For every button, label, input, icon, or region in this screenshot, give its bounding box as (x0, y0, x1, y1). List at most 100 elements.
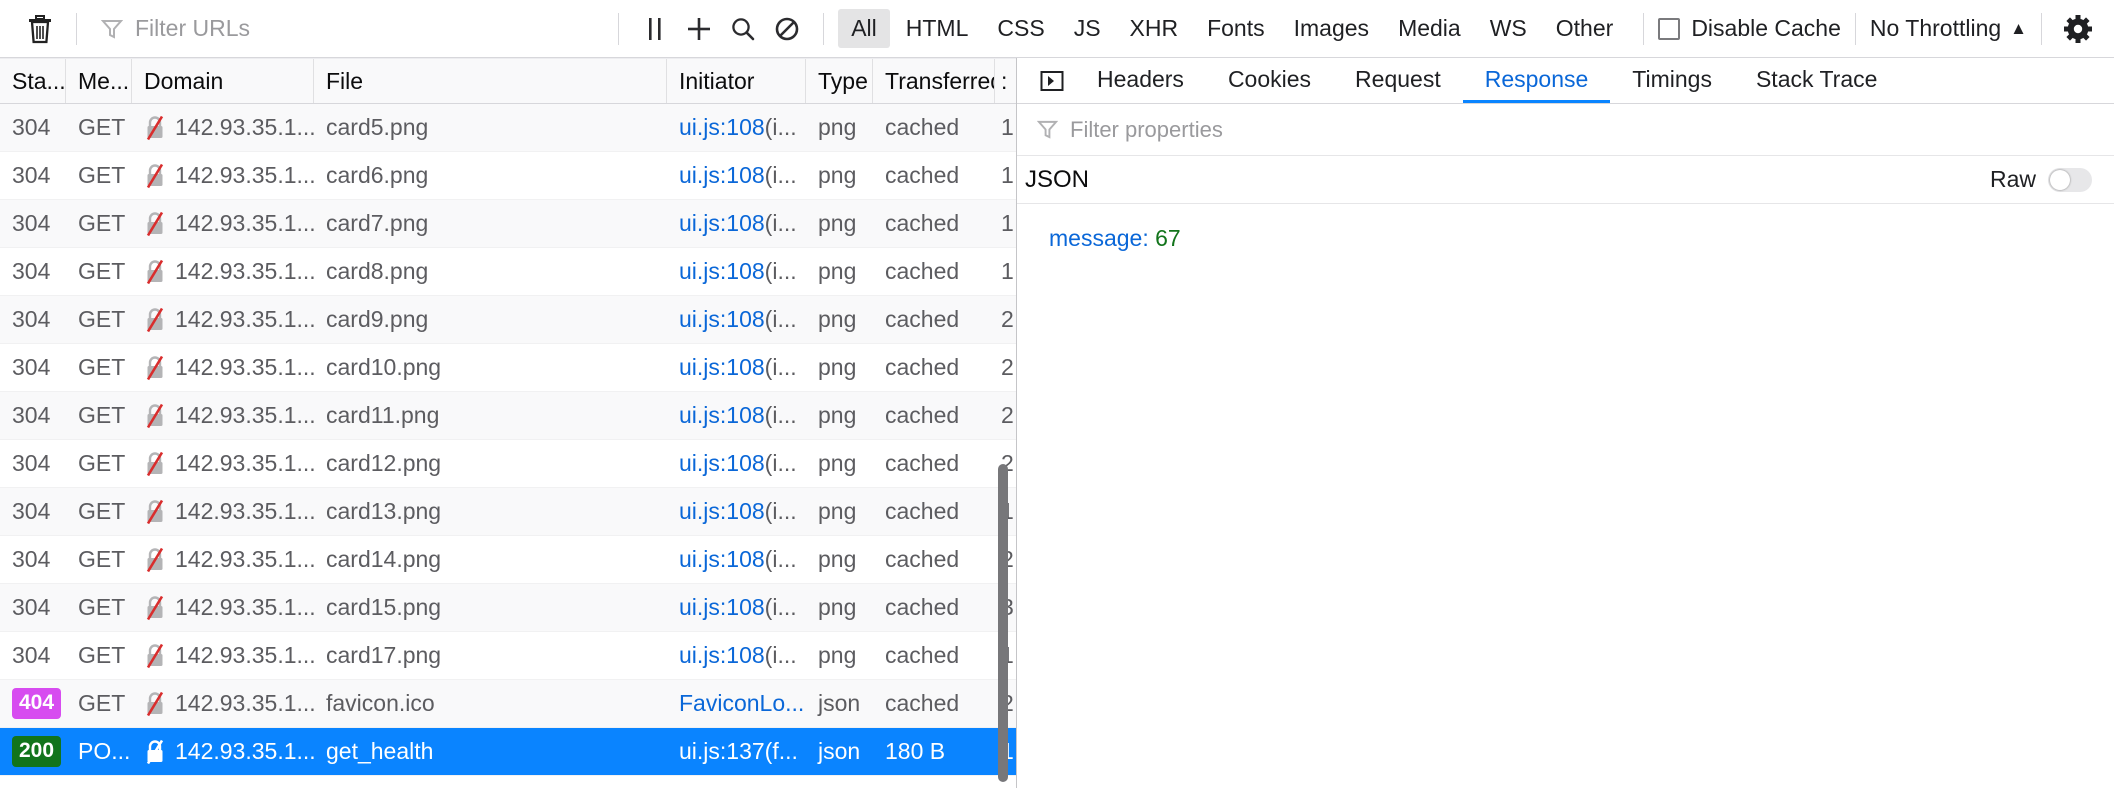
initiator-link[interactable]: ui.js:108 (679, 114, 765, 141)
disable-cache-checkbox[interactable]: Disable Cache (1658, 15, 1841, 42)
filter-properties-input[interactable]: Filter properties (1017, 104, 2114, 156)
status-badge: 200 (12, 736, 62, 767)
request-row[interactable]: 304 GET 142.93.35.1... card12.png ui.js:108 … (0, 440, 1017, 488)
cell-domain: 142.93.35.1... (132, 584, 314, 631)
filter-type-other[interactable]: Other (1543, 9, 1627, 48)
cell-size: 1 (1001, 210, 1014, 236)
block-requests-button[interactable] (765, 7, 809, 51)
initiator-link[interactable]: ui.js:108 (679, 354, 765, 381)
request-table-body: 304 GET 142.93.35.1... card5.png ui.js:108 (… (0, 104, 1017, 776)
cell-status: 304 (0, 200, 66, 247)
request-row[interactable]: 304 GET 142.93.35.1... card13.png ui.js:108 … (0, 488, 1017, 536)
filter-type-fonts[interactable]: Fonts (1194, 9, 1278, 48)
request-row[interactable]: 304 GET 142.93.35.1... card17.png ui.js:108 … (0, 632, 1017, 680)
throttling-dropdown[interactable]: No Throttling ▲ (1870, 15, 2027, 42)
search-button[interactable] (721, 7, 765, 51)
column-header-initiator[interactable]: Initiator (667, 59, 806, 103)
initiator-detail: (f... (764, 738, 798, 764)
initiator-link[interactable]: ui.js:108 (679, 402, 765, 429)
tab-stack-trace[interactable]: Stack Trace (1734, 58, 1899, 103)
tab-headers[interactable]: Headers (1075, 58, 1206, 103)
cell-transferred: cached (885, 546, 960, 572)
filter-type-js[interactable]: JS (1061, 9, 1114, 48)
cell-transferred: cached (885, 258, 960, 284)
initiator-link[interactable]: ui.js:108 (679, 162, 765, 189)
request-row[interactable]: 304 GET 142.93.35.1... card10.png ui.js:108 … (0, 344, 1017, 392)
cell-status: 304 (0, 440, 66, 487)
tab-timings[interactable]: Timings (1610, 58, 1734, 103)
toolbar-divider-6 (2041, 12, 2042, 45)
request-row[interactable]: 404 GET 142.93.35.1... favicon.ico FaviconLo… (0, 680, 1017, 728)
cell-file: card8.png (326, 258, 429, 284)
tab-request[interactable]: Request (1333, 58, 1463, 103)
filter-type-html[interactable]: HTML (893, 9, 982, 48)
cell-file: favicon.ico (326, 690, 435, 716)
throttling-label: No Throttling (1869, 15, 2002, 41)
request-row[interactable]: 304 GET 142.93.35.1... card8.png ui.js:108 (… (0, 248, 1017, 296)
filter-type-images[interactable]: Images (1281, 9, 1382, 48)
column-header-domain[interactable]: Domain (132, 59, 314, 103)
network-toolbar: Filter URLs All HTML CSS JS XHR Fonts Images Me… (0, 0, 2114, 58)
cell-file: card12.png (326, 450, 442, 476)
cell-status: 304 (0, 392, 66, 439)
filter-type-all[interactable]: All (838, 9, 890, 48)
filter-type-ws[interactable]: WS (1477, 9, 1540, 48)
initiator-link[interactable]: ui.js:108 (679, 450, 765, 477)
initiator-link[interactable]: ui.js:108 (679, 258, 765, 285)
panel-splitter[interactable] (1016, 58, 1017, 788)
request-row[interactable]: 304 GET 142.93.35.1... card15.png ui.js:108 … (0, 584, 1017, 632)
initiator-link[interactable]: ui.js:108 (679, 594, 765, 621)
initiator-link[interactable]: ui.js:108 (679, 306, 765, 333)
request-row[interactable]: 304 GET 142.93.35.1... card9.png ui.js:108 (… (0, 296, 1017, 344)
filter-type-xhr[interactable]: XHR (1117, 9, 1192, 48)
initiator-link[interactable]: ui.js:108 (679, 210, 765, 237)
initiator-link[interactable]: ui.js:108 (679, 642, 765, 669)
initiator-detail: (i... (764, 450, 797, 476)
column-header-file[interactable]: File (314, 59, 667, 103)
tab-response[interactable]: Response (1462, 58, 1611, 103)
request-row[interactable]: 304 GET 142.93.35.1... card14.png ui.js:108 … (0, 536, 1017, 584)
toggle-request-list-button[interactable] (1029, 58, 1075, 103)
cell-size: 1 (1001, 162, 1014, 188)
settings-button[interactable] (2056, 7, 2100, 51)
pause-button[interactable] (633, 7, 677, 51)
column-header-size[interactable]: : (995, 59, 1017, 103)
request-row[interactable]: 304 GET 142.93.35.1... card5.png ui.js:108 (… (0, 104, 1017, 152)
filter-type-media[interactable]: Media (1385, 9, 1474, 48)
request-row[interactable]: 304 GET 142.93.35.1... card7.png ui.js:108 (… (0, 200, 1017, 248)
domain-text: 142.93.35.1... (175, 546, 314, 572)
request-row[interactable]: 200 PO... 142.93.35.1... get_health ui.js:13… (0, 728, 1017, 776)
status-badge: 304 (12, 258, 51, 284)
insecure-lock-icon (144, 307, 166, 333)
cell-status: 304 (0, 248, 66, 295)
cell-transferred: cached (885, 402, 960, 428)
json-key[interactable]: message (1049, 225, 1142, 251)
filter-urls-input[interactable]: Filter URLs (91, 8, 604, 50)
cell-type: png (818, 306, 857, 332)
cell-initiator: FaviconLo... (667, 680, 806, 727)
initiator-link[interactable]: ui.js:137 (679, 738, 765, 765)
initiator-link[interactable]: FaviconLo... (679, 690, 804, 717)
cell-domain: 142.93.35.1... (132, 536, 314, 583)
domain-text: 142.93.35.1... (175, 402, 314, 428)
request-row[interactable]: 304 GET 142.93.35.1... card6.png ui.js:108 (… (0, 152, 1017, 200)
initiator-link[interactable]: ui.js:108 (679, 546, 765, 573)
json-value[interactable]: 67 (1155, 225, 1181, 251)
request-row[interactable]: 304 GET 142.93.35.1... card11.png ui.js:108 … (0, 392, 1017, 440)
domain-text: 142.93.35.1... (175, 210, 314, 236)
import-har-button[interactable] (677, 7, 721, 51)
clear-button[interactable] (18, 7, 62, 51)
details-tab-bar: Headers Cookies Request Response Timings Stac… (1017, 58, 2114, 104)
json-viewer: message: 67 (1017, 204, 2114, 254)
column-header-status[interactable]: Sta... (0, 59, 66, 103)
filter-type-css[interactable]: CSS (984, 9, 1057, 48)
tab-cookies[interactable]: Cookies (1206, 58, 1333, 103)
column-header-transferred[interactable]: Transferred (873, 59, 995, 103)
initiator-link[interactable]: ui.js:108 (679, 498, 765, 525)
cell-type: png (818, 594, 857, 620)
request-list-scrollbar[interactable] (998, 464, 1008, 782)
raw-toggle-switch[interactable] (2048, 167, 2092, 192)
cell-initiator: ui.js:108 (i... (667, 488, 806, 535)
column-header-method[interactable]: Me... (66, 59, 132, 103)
column-header-type[interactable]: Type (806, 59, 873, 103)
